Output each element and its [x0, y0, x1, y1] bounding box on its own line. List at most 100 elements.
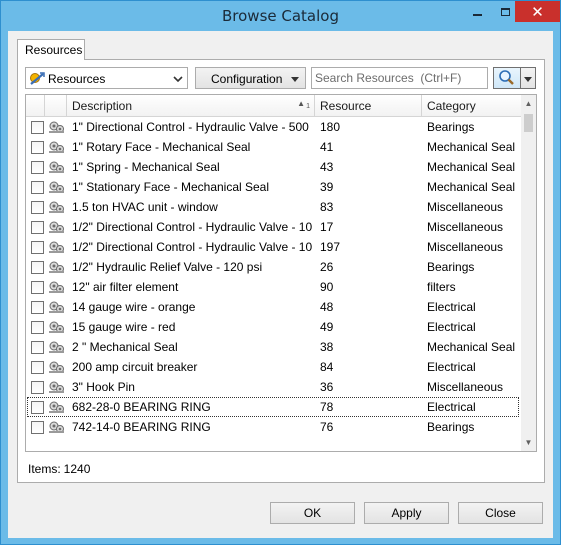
scroll-down-icon[interactable]: ▼ — [521, 434, 536, 451]
close-button[interactable]: Close — [458, 502, 543, 524]
cell-description: 1/2" Directional Control - Hydraulic Val… — [72, 240, 312, 254]
items-count-label: Items: — [28, 462, 61, 476]
ok-button[interactable]: OK — [270, 502, 355, 524]
tab-resources[interactable]: Resources — [17, 39, 85, 60]
search-input[interactable] — [311, 67, 488, 89]
row-checkbox[interactable] — [31, 401, 44, 414]
table-row[interactable]: 200 amp circuit breaker 84 Electrical — [26, 357, 521, 377]
table-row[interactable]: 3" Hook Pin 36 Miscellaneous — [26, 377, 521, 397]
cell-description: 2 " Mechanical Seal — [72, 340, 178, 354]
row-checkbox[interactable] — [31, 381, 44, 394]
table-row[interactable]: 1/2" Hydraulic Relief Valve - 120 psi 26 B… — [26, 257, 521, 277]
row-checkbox[interactable] — [31, 261, 44, 274]
cell-resource: 43 — [320, 160, 334, 174]
resources-combo[interactable]: Resources — [25, 67, 188, 89]
search-options-dropdown[interactable] — [521, 67, 536, 89]
cell-category: Mechanical Seal — [427, 180, 516, 194]
row-checkbox[interactable] — [31, 161, 44, 174]
column-header-description[interactable]: Description ▲ 1 — [67, 95, 315, 117]
vertical-scrollbar[interactable]: ▲ ▼ — [521, 95, 536, 451]
column-header-category[interactable]: Category — [422, 95, 521, 117]
column-header-select[interactable] — [26, 95, 45, 117]
column-header-icon[interactable] — [45, 95, 67, 117]
resource-icon — [49, 221, 64, 233]
cell-category: Miscellaneous — [427, 200, 504, 214]
table-row[interactable]: 1" Spring - Mechanical Seal 43 Mechanical … — [26, 157, 521, 177]
row-checkbox[interactable] — [31, 241, 44, 254]
table-row[interactable]: 1" Stationary Face - Mechanical Seal 39 Me… — [26, 177, 521, 197]
cell-description: 12" air filter element — [72, 280, 179, 294]
table-row[interactable]: 12" air filter element 90 filters — [26, 277, 521, 297]
scrollbar-thumb[interactable] — [524, 114, 533, 132]
cell-description: 1/2" Directional Control - Hydraulic Val… — [72, 220, 312, 234]
cell-category: Bearings — [427, 420, 475, 434]
resource-icon — [49, 141, 64, 153]
row-checkbox[interactable] — [31, 421, 44, 434]
cell-category: Miscellaneous — [427, 380, 504, 394]
cell-description: 1" Rotary Face - Mechanical Seal — [72, 140, 251, 154]
column-header-resource-label: Resource — [320, 99, 372, 113]
table-row[interactable]: 1" Directional Control - Hydraulic Valve… — [26, 117, 521, 137]
cell-description: 1" Directional Control - Hydraulic Valve… — [72, 120, 312, 134]
table-body: 1" Directional Control - Hydraulic Valve… — [26, 117, 521, 437]
row-checkbox[interactable] — [31, 321, 44, 334]
title-bar[interactable]: Browse Catalog ✕ — [1, 1, 560, 31]
cell-category: Bearings — [427, 260, 475, 274]
chevron-down-icon — [291, 77, 299, 82]
row-checkbox[interactable] — [31, 281, 44, 294]
resource-icon — [49, 121, 64, 133]
scroll-up-icon[interactable]: ▲ — [521, 95, 536, 112]
minimize-button[interactable] — [463, 1, 491, 23]
cell-resource: 17 — [320, 220, 334, 234]
cell-description: 1.5 ton HVAC unit - window — [72, 200, 218, 214]
cell-category: Mechanical Seal — [427, 340, 516, 354]
row-checkbox[interactable] — [31, 141, 44, 154]
cell-description: 682-28-0 BEARING RING — [72, 400, 211, 414]
resources-panel: Resources Configuration Search Resources… — [17, 59, 545, 483]
apply-button[interactable]: Apply — [364, 502, 449, 524]
resource-icon — [49, 181, 64, 193]
column-header-resource[interactable]: Resource — [315, 95, 422, 117]
row-checkbox[interactable] — [31, 341, 44, 354]
resource-icon — [49, 281, 64, 293]
resource-icon — [49, 261, 64, 273]
resource-icon — [49, 301, 64, 313]
cell-resource: 36 — [320, 380, 334, 394]
resources-combo-label: Resources — [48, 72, 106, 86]
table-row[interactable]: 1/2" Directional Control - Hydraulic Val… — [26, 237, 521, 257]
table-header: Description ▲ 1 Resource Category — [26, 95, 521, 117]
table-row[interactable]: 2 " Mechanical Seal 38 Mechanical Seal — [26, 337, 521, 357]
resource-icon — [49, 201, 64, 213]
search-button[interactable] — [493, 67, 521, 89]
column-header-category-label: Category — [427, 99, 476, 113]
table-row[interactable]: 742-14-0 BEARING RING 76 Bearings — [26, 417, 521, 437]
row-checkbox[interactable] — [31, 221, 44, 234]
row-checkbox[interactable] — [31, 181, 44, 194]
row-checkbox[interactable] — [31, 301, 44, 314]
cell-description: 3" Hook Pin — [72, 380, 135, 394]
cell-resource: 84 — [320, 360, 334, 374]
sort-order-index: 1 — [306, 103, 310, 110]
table-row[interactable]: 1" Rotary Face - Mechanical Seal 41 Mechan… — [26, 137, 521, 157]
resource-icon — [49, 401, 64, 413]
cell-category: Electrical — [427, 300, 476, 314]
configuration-button[interactable]: Configuration — [195, 67, 306, 89]
row-checkbox[interactable] — [31, 201, 44, 214]
close-window-button[interactable]: ✕ — [515, 1, 560, 22]
resource-icon — [49, 341, 64, 353]
table-row[interactable]: 682-28-0 BEARING RING 78 Electrical — [26, 397, 521, 417]
cell-resource: 26 — [320, 260, 334, 274]
table-row[interactable]: 15 gauge wire - red 49 Electrical — [26, 317, 521, 337]
table-row[interactable]: 1.5 ton HVAC unit - window 83 Miscellaneou… — [26, 197, 521, 217]
table-row[interactable]: 14 gauge wire - orange 48 Electrical — [26, 297, 521, 317]
maximize-icon — [500, 8, 510, 16]
cell-description: 15 gauge wire - red — [72, 320, 176, 334]
cell-category: Electrical — [427, 360, 476, 374]
cell-description: 200 amp circuit breaker — [72, 360, 198, 374]
table-row[interactable]: 1/2" Directional Control - Hydraulic Val… — [26, 217, 521, 237]
resource-icon — [49, 381, 64, 393]
cell-category: Electrical — [427, 320, 476, 334]
row-checkbox[interactable] — [31, 121, 44, 134]
row-checkbox[interactable] — [31, 361, 44, 374]
cell-category: Electrical — [427, 400, 476, 414]
